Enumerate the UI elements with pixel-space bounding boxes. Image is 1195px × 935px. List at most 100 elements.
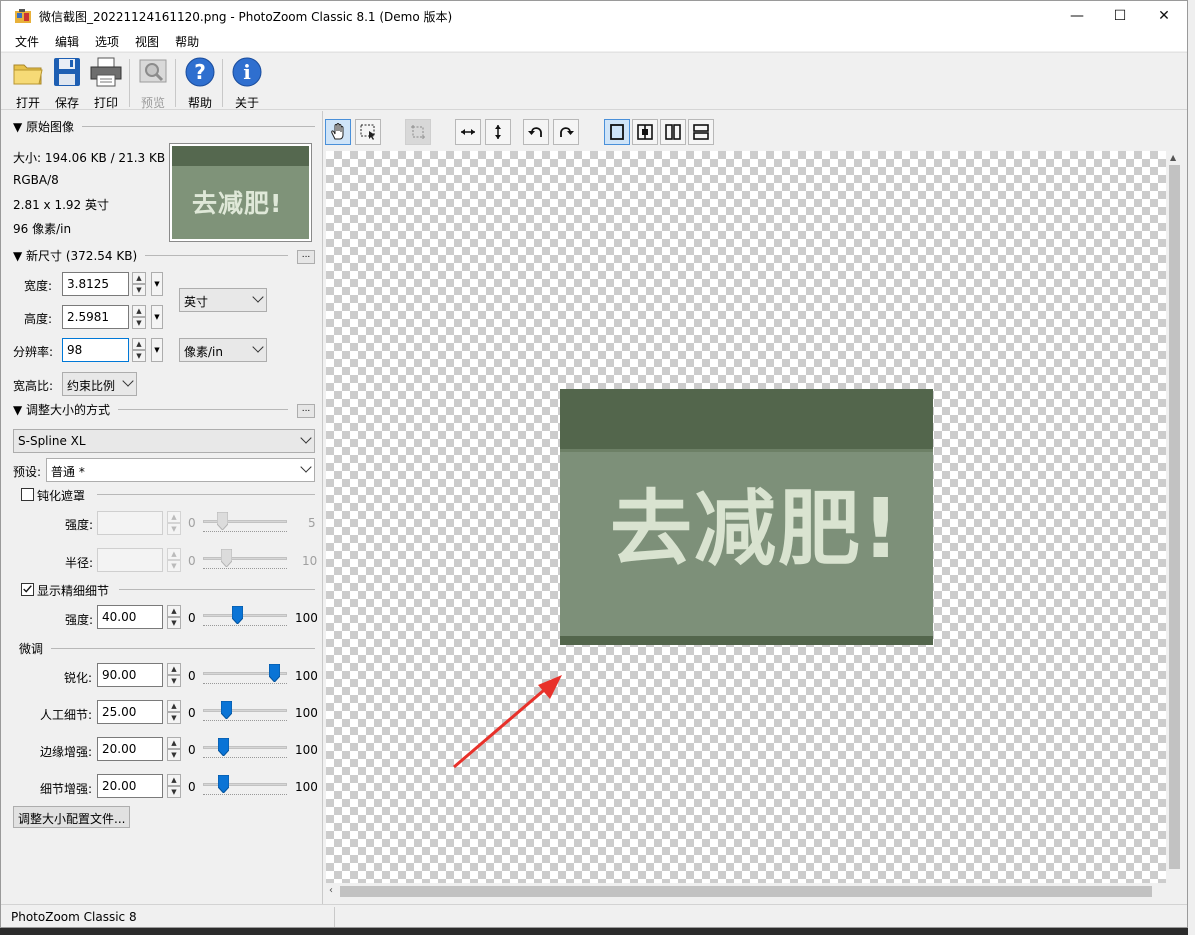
- rotate-left-button[interactable]: [523, 119, 549, 145]
- fine-tune-spinner[interactable]: ▲ ▼: [167, 774, 181, 798]
- help-button[interactable]: ? 帮助: [181, 57, 219, 110]
- preset-select[interactable]: 普通 *: [46, 458, 315, 482]
- slider-thumb[interactable]: [217, 737, 230, 757]
- slider-thumb[interactable]: [231, 605, 244, 625]
- printer-icon: [90, 57, 122, 87]
- detail-strength-input[interactable]: 40.00: [97, 605, 163, 629]
- fine-tune-spinner[interactable]: ▲ ▼: [167, 663, 181, 687]
- size-unit-select[interactable]: 英寸: [179, 288, 267, 312]
- unsharp-radius-input[interactable]: [97, 548, 163, 572]
- new-size-header[interactable]: ▼ 新尺寸 (372.54 KB): [13, 247, 288, 264]
- rotate-right-icon: [560, 127, 574, 137]
- original-image-header[interactable]: ▼ 原始图像: [13, 118, 315, 135]
- menu-options[interactable]: 选项: [87, 31, 127, 51]
- unsharp-mask-checkbox[interactable]: [21, 488, 34, 501]
- single-view-button[interactable]: [604, 119, 630, 145]
- app-icon: [15, 9, 31, 23]
- preview-button[interactable]: 预览: [134, 57, 172, 110]
- resolution-spinner[interactable]: ▲ ▼: [132, 338, 146, 362]
- fine-tune-spinner[interactable]: ▲ ▼: [167, 700, 181, 724]
- fine-tune-max: 100: [295, 743, 318, 757]
- fine-tune-spinner[interactable]: ▲ ▼: [167, 737, 181, 761]
- detail-strength-spinner[interactable]: ▲ ▼: [167, 605, 181, 629]
- image-canvas[interactable]: 去减肥!: [326, 151, 1166, 883]
- scroll-up-icon[interactable]: ▲: [1170, 153, 1176, 162]
- unsharp-strength-slider[interactable]: [203, 510, 287, 534]
- menu-edit[interactable]: 编辑: [47, 31, 87, 51]
- fit-width-button[interactable]: [455, 119, 481, 145]
- resolution-dropdown[interactable]: ▼: [151, 338, 163, 362]
- slider-thumb[interactable]: [268, 663, 281, 683]
- fine-tune-input[interactable]: 20.00: [97, 737, 163, 761]
- resize-method-more-button[interactable]: ...: [297, 404, 315, 418]
- vertical-scroll-thumb[interactable]: [1169, 165, 1180, 869]
- new-size-more-button[interactable]: ...: [297, 250, 315, 264]
- fine-tune-slider[interactable]: [203, 662, 287, 686]
- fine-tune-slider[interactable]: [203, 773, 287, 797]
- scroll-left-icon[interactable]: ‹: [329, 885, 333, 896]
- fine-tune-label: 人工细节:: [39, 708, 92, 722]
- close-button[interactable]: ✕: [1141, 1, 1187, 31]
- rotate-right-button[interactable]: [553, 119, 579, 145]
- unsharp-divider: [97, 494, 315, 495]
- aspect-ratio-select[interactable]: 约束比例: [62, 372, 137, 396]
- width-dropdown[interactable]: ▼: [151, 272, 163, 296]
- status-text: PhotoZoom Classic 8: [11, 910, 137, 924]
- resize-profile-button[interactable]: 调整大小配置文件...: [13, 806, 131, 828]
- original-resolution: 96 像素/in: [13, 222, 72, 236]
- window-title: 微信截图_20221124161120.png - PhotoZoom Clas…: [39, 10, 453, 24]
- unsharp-strength-spinner[interactable]: ▲ ▼: [167, 511, 181, 535]
- menu-view[interactable]: 视图: [127, 31, 167, 51]
- algorithm-select[interactable]: S-Spline XL: [13, 429, 315, 453]
- fine-tune-input[interactable]: 90.00: [97, 663, 163, 687]
- menu-help[interactable]: 帮助: [167, 31, 207, 51]
- folder-open-icon: [13, 64, 43, 85]
- save-button[interactable]: 保存: [48, 57, 86, 110]
- red-arrow-annotation: [453, 675, 562, 769]
- print-button[interactable]: 打印: [87, 57, 125, 110]
- checkmark-icon: [23, 585, 32, 593]
- maximize-button[interactable]: ☐: [1097, 1, 1143, 31]
- side-by-side-button[interactable]: [660, 119, 686, 145]
- original-dimensions: 2.81 x 1.92 英寸: [13, 198, 109, 212]
- toolbar-separator: [222, 59, 223, 107]
- top-bottom-button[interactable]: [688, 119, 714, 145]
- open-button[interactable]: 打开: [9, 57, 47, 110]
- horizontal-scroll-thumb[interactable]: [340, 886, 1152, 897]
- unsharp-radius-spinner[interactable]: ▲ ▼: [167, 548, 181, 572]
- fine-tune-input[interactable]: 20.00: [97, 774, 163, 798]
- crop-tool-button[interactable]: [405, 119, 431, 145]
- slider-thumb[interactable]: [217, 774, 230, 794]
- fit-height-button[interactable]: [485, 119, 511, 145]
- fine-tune-max: 100: [295, 669, 318, 683]
- hand-tool-button[interactable]: [325, 119, 351, 145]
- height-spinner[interactable]: ▲ ▼: [132, 305, 146, 329]
- fine-tune-slider[interactable]: [203, 699, 287, 723]
- split-view-button[interactable]: [632, 119, 658, 145]
- unsharp-strength-input[interactable]: [97, 511, 163, 535]
- height-dropdown[interactable]: ▼: [151, 305, 163, 329]
- fine-detail-label: 显示精细细节: [37, 584, 110, 598]
- width-input[interactable]: 3.8125: [62, 272, 129, 296]
- unsharp-radius-slider[interactable]: [203, 547, 287, 571]
- resize-method-header[interactable]: ▼ 调整大小的方式: [13, 401, 288, 418]
- minimize-button[interactable]: —: [1054, 1, 1100, 31]
- vertical-scrollbar[interactable]: ▲: [1166, 151, 1183, 883]
- horizontal-arrows-icon: [461, 129, 475, 135]
- unsharp-radius-min: 0: [188, 554, 196, 568]
- slider-thumb[interactable]: [220, 700, 233, 720]
- about-button[interactable]: i 关于: [228, 57, 266, 110]
- fine-detail-checkbox[interactable]: [21, 583, 34, 596]
- resolution-input[interactable]: 98: [62, 338, 129, 362]
- fine-tune-input[interactable]: 25.00: [97, 700, 163, 724]
- horizontal-scrollbar[interactable]: ‹: [326, 883, 1166, 900]
- height-input[interactable]: 2.5981: [62, 305, 129, 329]
- fine-tune-label: 边缘增强:: [39, 745, 92, 759]
- app-window: 微信截图_20221124161120.png - PhotoZoom Clas…: [0, 0, 1188, 928]
- detail-strength-slider[interactable]: [203, 604, 287, 628]
- width-spinner[interactable]: ▲ ▼: [132, 272, 146, 296]
- select-tool-button[interactable]: [355, 119, 381, 145]
- menu-file[interactable]: 文件: [7, 31, 47, 51]
- resolution-unit-select[interactable]: 像素/in: [179, 338, 267, 362]
- fine-tune-slider[interactable]: [203, 736, 287, 760]
